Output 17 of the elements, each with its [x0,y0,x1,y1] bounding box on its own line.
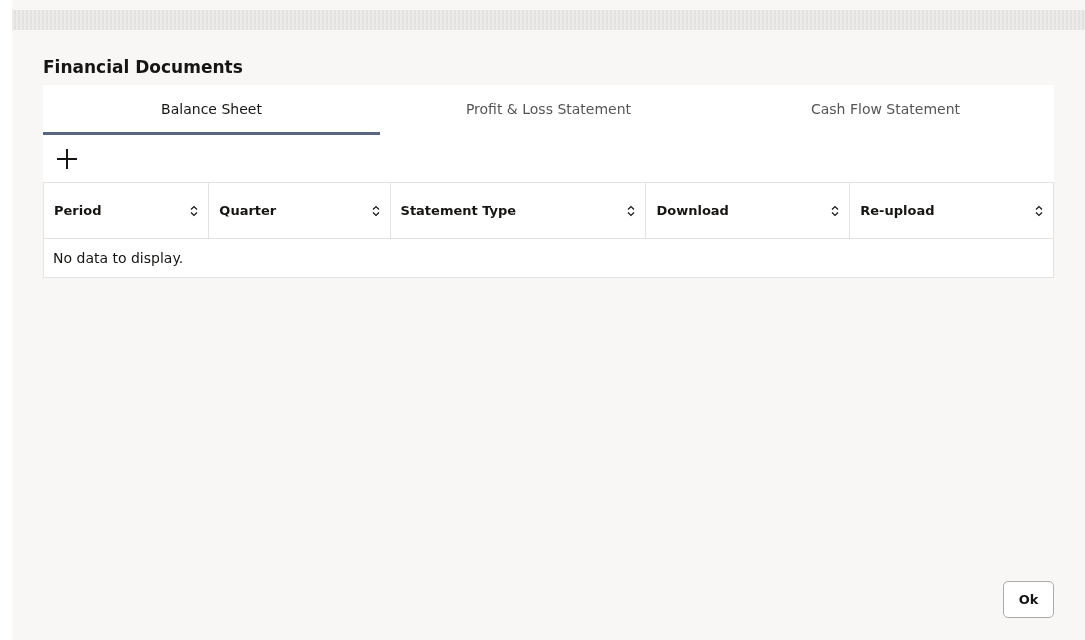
tab[interactable]: Profit & Loss Statement [380,85,717,135]
add-icon[interactable] [55,146,79,171]
tab[interactable]: Balance Sheet [43,85,380,135]
column-header[interactable]: Re-upload [849,182,1054,239]
column-header[interactable]: Period [43,182,209,239]
tab[interactable]: Cash Flow Statement [717,85,1054,135]
column-header[interactable]: Quarter [208,182,390,239]
sort-icon[interactable] [371,204,380,217]
column-header[interactable]: Download [645,182,850,239]
page-title: Financial Documents [43,57,244,77]
sort-icon[interactable] [1035,204,1043,217]
sort-icon[interactable] [627,204,636,217]
ok-button[interactable]: Ok [1003,581,1054,618]
empty-message: No data to display. [43,238,1054,278]
column-header[interactable]: Statement Type [390,182,646,239]
sort-icon[interactable] [190,204,199,217]
sort-icon[interactable] [831,204,840,217]
